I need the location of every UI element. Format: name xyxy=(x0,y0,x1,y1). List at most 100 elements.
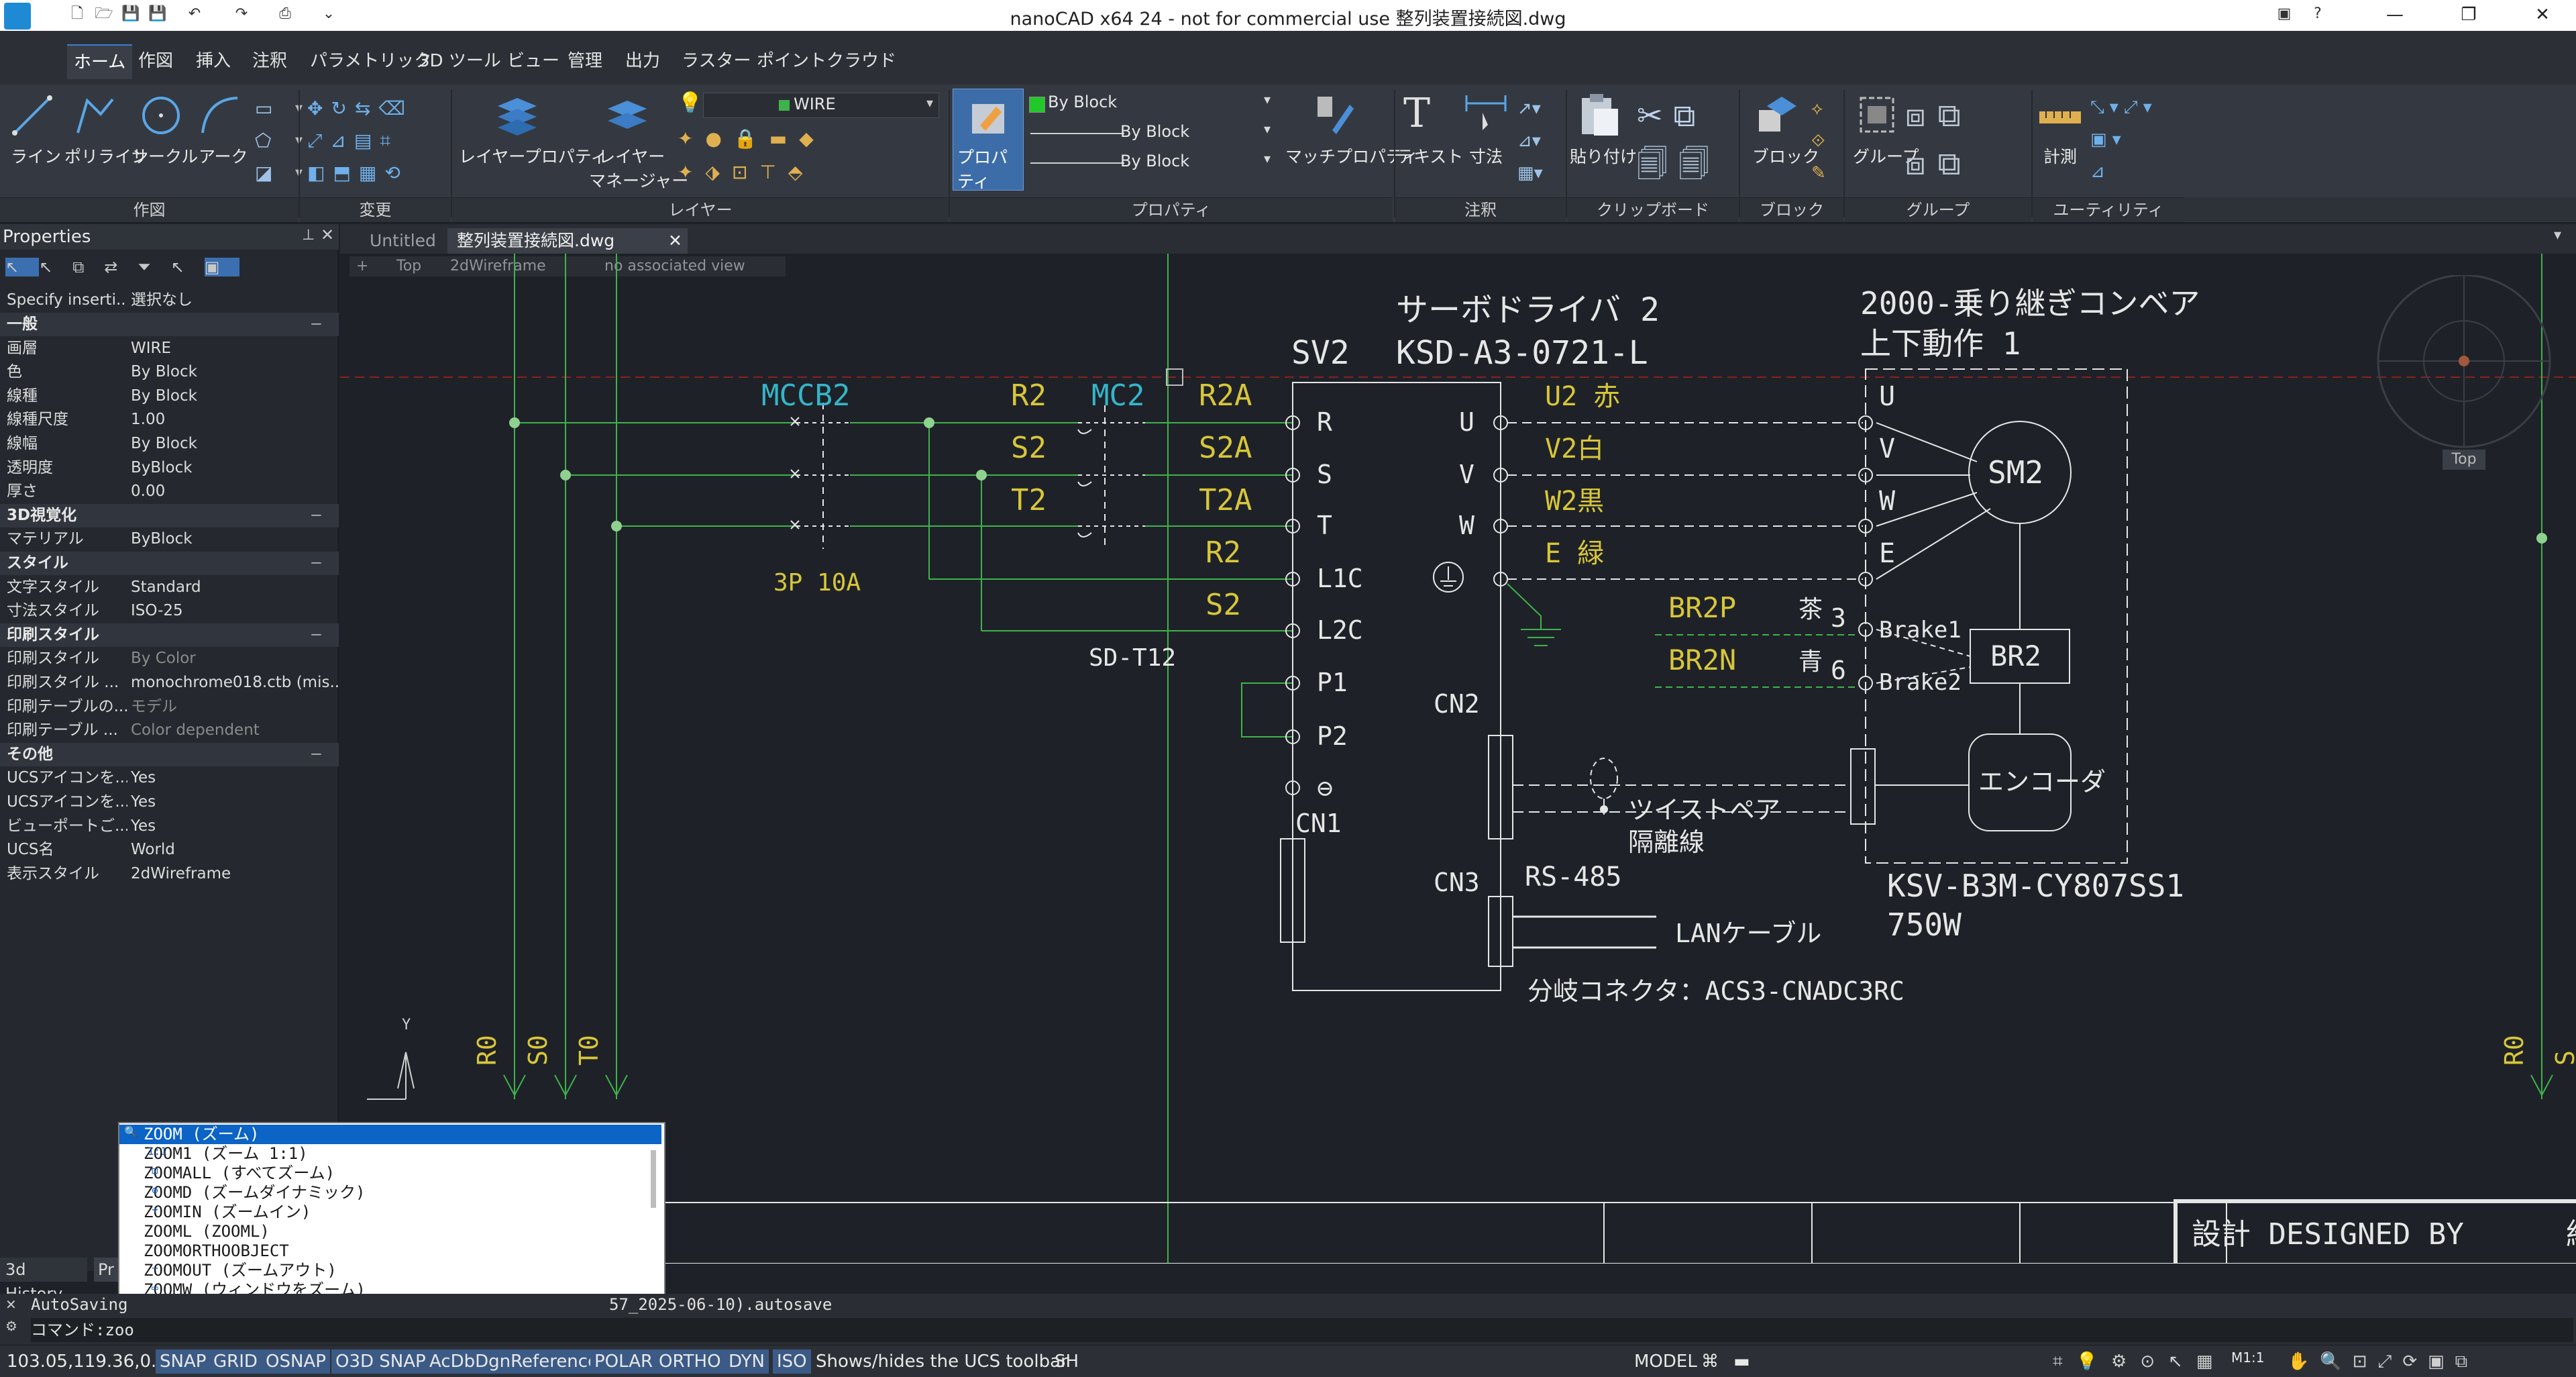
status-toggle-iso[interactable]: ISO xyxy=(773,1349,811,1374)
status-toggle-osnap[interactable]: OSNAP xyxy=(262,1349,330,1374)
pin-icon[interactable]: ⊥ xyxy=(302,227,315,244)
layer-properties-icon[interactable] xyxy=(494,93,541,140)
status-toggle-grid[interactable]: GRID xyxy=(209,1349,262,1374)
tabs-dropdown-icon[interactable]: ▾ xyxy=(2554,227,2561,244)
tab-draw[interactable]: 作図 xyxy=(131,44,180,78)
property-category[interactable]: 印刷スタイル − xyxy=(0,623,339,647)
block-tools-icon[interactable]: ⟡ ⟐ ✎ xyxy=(1811,93,1838,193)
property-category[interactable]: その他 − xyxy=(0,742,339,766)
status-toggle-snap[interactable]: SNAP xyxy=(156,1349,211,1374)
property-row[interactable]: 印刷スタイル ... monochrome018.ctb (mis... xyxy=(0,671,344,695)
polyline-icon[interactable] xyxy=(74,94,117,137)
subobject-icon[interactable]: ↖ xyxy=(171,258,205,276)
property-row[interactable]: 印刷スタイル By Color xyxy=(0,647,339,670)
property-row[interactable]: UCSアイコンを... Yes xyxy=(0,790,339,814)
status-toggle-ortho[interactable]: ORTHO xyxy=(655,1349,725,1374)
drawing-canvas[interactable]: + Top 2dWireframe no associated view R0 … xyxy=(340,254,2576,1264)
status-toggle-acdbdgnreference[interactable]: AcDbDgnReference xyxy=(425,1349,603,1374)
collapse-icon[interactable]: − xyxy=(310,552,323,575)
table-icon[interactable]: ▣ xyxy=(204,258,240,276)
model-space-button[interactable]: MODEL xyxy=(1630,1349,1701,1374)
property-category[interactable]: 一般 − xyxy=(0,313,339,336)
quick-select-icon[interactable]: ⧉ xyxy=(72,258,104,276)
tab-insert[interactable]: 挿入 xyxy=(189,44,237,78)
line-label[interactable]: ライン xyxy=(11,144,61,168)
tab-pointcloud[interactable]: ポイントクラウド xyxy=(750,44,903,78)
property-row[interactable]: 色 By Block xyxy=(0,360,339,384)
property-row[interactable]: 線種尺度 1.00 xyxy=(0,408,339,431)
paste-label[interactable]: 貼り付け xyxy=(1570,144,1637,168)
line-icon[interactable] xyxy=(11,94,54,137)
circle-label[interactable]: サークル xyxy=(131,144,198,168)
layer-manager-icon[interactable] xyxy=(604,93,651,140)
filter-icon[interactable]: ⏷ xyxy=(138,258,170,276)
collapse-icon[interactable]: − xyxy=(310,504,323,527)
property-row[interactable]: UCS名 World xyxy=(0,838,339,862)
scale-label[interactable]: M1:1 xyxy=(2227,1345,2268,1370)
collapse-icon[interactable]: − xyxy=(310,743,323,766)
property-row[interactable]: 文字スタイル Standard xyxy=(0,576,339,599)
property-category[interactable]: 3D視覚化 − xyxy=(0,503,339,527)
cmd-close-icon[interactable]: ✕ xyxy=(5,1296,17,1313)
layer-manager-label[interactable]: レイヤー xyxy=(598,144,665,168)
tab-3dtools[interactable]: 3D ツール xyxy=(412,44,508,78)
collapse-icon[interactable]: − xyxy=(310,313,323,336)
property-row[interactable]: 表示スタイル 2dWireframe xyxy=(0,862,339,886)
draw-tools-icon[interactable]: ▭ ⬠ ◪ xyxy=(255,93,295,193)
viewcube[interactable] xyxy=(2375,274,2553,452)
tab-document[interactable]: 整列装置接続図.dwg ✕ xyxy=(447,228,688,254)
collapse-icon[interactable]: − xyxy=(310,623,323,647)
autocomplete-item[interactable]: ZOOML (ZOOML) xyxy=(144,1222,270,1241)
dimension-label[interactable]: 寸法 xyxy=(1469,144,1503,168)
close-icon[interactable]: ✕ xyxy=(321,225,334,244)
autocomplete-scrollbar[interactable] xyxy=(651,1150,656,1208)
nav-tools-icons[interactable]: ✋🔍⊡⤢⟳▣⧉ xyxy=(2288,1349,2576,1374)
circle-icon[interactable] xyxy=(140,94,182,137)
close-button[interactable]: ✕ xyxy=(2509,0,2576,31)
cmd-input-row[interactable]: コマンド:zoo xyxy=(31,1318,2573,1342)
viewcube-label[interactable]: Top xyxy=(2443,450,2485,470)
properties-button[interactable]: プロパティ xyxy=(953,89,1024,191)
tab-untitled[interactable]: Untitled xyxy=(360,228,445,254)
property-row[interactable]: 画層 WIRE xyxy=(0,337,339,360)
measure-icon[interactable] xyxy=(2037,95,2084,133)
autocomplete-item[interactable]: ⊕ ZOOMD (ズームダイナミック) xyxy=(144,1183,365,1203)
toggle-icon[interactable]: ⇄ xyxy=(104,258,138,276)
lightbulb-icon[interactable]: 💡 xyxy=(678,91,702,115)
cmd-input[interactable]: zoo xyxy=(105,1321,133,1339)
utility-tools-icon[interactable]: ⤡▾⤢▾ ▣▾ ⊿ xyxy=(2090,91,2184,192)
property-category[interactable]: スタイル − xyxy=(0,552,339,575)
tab-home[interactable]: ホーム xyxy=(67,44,133,79)
autocomplete-item[interactable]: ZOOMORTHOOBJECT xyxy=(144,1241,289,1261)
select-icon[interactable]: ↖ xyxy=(5,258,40,276)
property-row[interactable]: ビューポートご... Yes xyxy=(0,815,339,838)
tab-output[interactable]: 出力 xyxy=(619,44,667,78)
status-toggle-o3d-snap[interactable]: O3D SNAP xyxy=(331,1349,430,1374)
tab-view[interactable]: ビュー xyxy=(500,44,566,78)
minimize-button[interactable]: — xyxy=(2361,0,2428,31)
autocomplete-item[interactable]: + ZOOMIN (ズームイン) xyxy=(144,1203,311,1222)
layout-icon[interactable]: ▣ xyxy=(2274,4,2294,24)
layer-properties-label[interactable]: レイヤープロパティ xyxy=(459,144,607,168)
close-tab-icon[interactable]: ✕ xyxy=(668,228,682,254)
layer-dropdown[interactable]: WIRE ▾ xyxy=(703,93,939,118)
text-icon[interactable]: T xyxy=(1403,90,1430,137)
dimension-icon[interactable] xyxy=(1462,93,1509,133)
status-toggle-polar[interactable]: POLAR xyxy=(590,1349,657,1374)
paste-icon[interactable] xyxy=(1578,91,1621,138)
pick-icon[interactable]: ↖ xyxy=(39,258,72,276)
property-row[interactable]: 印刷テーブル ... Color dependent xyxy=(0,719,339,742)
layer-manager-label2[interactable]: マネージャー xyxy=(589,168,688,192)
tab-annotate[interactable]: 注釈 xyxy=(246,44,294,78)
autocomplete-item[interactable]: 🔍 ZOOM (ズーム) xyxy=(119,1125,661,1144)
property-row[interactable]: 線種 By Block xyxy=(0,385,339,408)
color-dropdown[interactable]: By Block ▾ xyxy=(1025,91,1277,115)
linetype-dropdown[interactable]: By Block ▾ xyxy=(1025,121,1277,145)
sh-toggle[interactable]: SH xyxy=(1051,1349,1083,1374)
side-tab-properties[interactable]: Pr xyxy=(94,1258,121,1282)
monitor-icon[interactable]: ▬ xyxy=(1729,1349,1754,1374)
property-row[interactable]: 印刷テーブルの... モデル xyxy=(0,695,339,719)
block-icon[interactable] xyxy=(1755,93,1799,137)
selection-row[interactable]: Specify inserti... 選択なし xyxy=(0,289,339,312)
property-row[interactable]: 厚さ 0.00 xyxy=(0,480,339,503)
